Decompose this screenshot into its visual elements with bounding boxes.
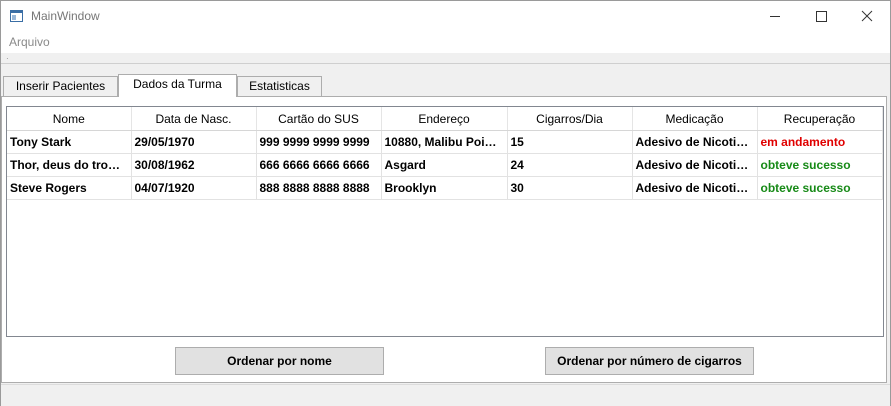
cell-endereco[interactable]: Brooklyn	[381, 176, 508, 200]
toolbar-grip-icon[interactable]: ·	[6, 55, 9, 63]
toolbar-strip: ·	[1, 53, 890, 64]
menu-bar: Arquivo	[1, 31, 890, 53]
window-title: MainWindow	[31, 9, 100, 23]
app-icon	[10, 10, 23, 22]
header-data-nasc[interactable]: Data de Nasc.	[131, 107, 257, 131]
cell-recuperacao[interactable]: em andamento	[757, 130, 883, 154]
header-nome[interactable]: Nome	[7, 107, 132, 131]
cell-cartao-sus[interactable]: 888 8888 8888 8888	[256, 176, 382, 200]
table-row[interactable]: Tony Stark 29/05/1970 999 9999 9999 9999…	[7, 130, 883, 154]
cell-nome[interactable]: Steve Rogers	[7, 176, 132, 200]
minimize-button[interactable]	[752, 1, 798, 31]
header-recuperacao[interactable]: Recuperação	[757, 107, 883, 131]
cell-data-nasc[interactable]: 30/08/1962	[131, 153, 257, 177]
cell-endereco[interactable]: 10880, Malibu Poi…	[381, 130, 508, 154]
menu-arquivo[interactable]: Arquivo	[9, 35, 50, 49]
cell-cartao-sus[interactable]: 666 6666 6666 6666	[256, 153, 382, 177]
header-endereco[interactable]: Endereço	[381, 107, 508, 131]
maximize-button[interactable]	[798, 1, 844, 31]
cell-medicacao[interactable]: Adesivo de Nicoti…	[632, 153, 758, 177]
cell-endereco[interactable]: Asgard	[381, 153, 508, 177]
cell-medicacao[interactable]: Adesivo de Nicoti…	[632, 176, 758, 200]
patients-table[interactable]: Nome Data de Nasc. Cartão do SUS Endereç…	[6, 106, 884, 337]
cell-nome[interactable]: Thor, deus do tro…	[7, 153, 132, 177]
cell-data-nasc[interactable]: 04/07/1920	[131, 176, 257, 200]
cell-data-nasc[interactable]: 29/05/1970	[131, 130, 257, 154]
cell-cartao-sus[interactable]: 999 9999 9999 9999	[256, 130, 382, 154]
tab-inserir-pacientes[interactable]: Inserir Pacientes	[3, 76, 118, 96]
status-bar	[1, 384, 890, 406]
cell-medicacao[interactable]: Adesivo de Nicoti…	[632, 130, 758, 154]
sort-by-name-button[interactable]: Ordenar por nome	[175, 347, 384, 375]
cell-nome[interactable]: Tony Stark	[7, 130, 132, 154]
tab-dados-da-turma[interactable]: Dados da Turma	[118, 74, 237, 97]
table-row[interactable]: Thor, deus do tro… 30/08/1962 666 6666 6…	[7, 153, 883, 177]
header-cartao-sus[interactable]: Cartão do SUS	[256, 107, 382, 131]
tab-estatisticas[interactable]: Estatisticas	[237, 76, 322, 96]
table-row[interactable]: Steve Rogers 04/07/1920 888 8888 8888 88…	[7, 176, 883, 200]
close-icon	[861, 10, 873, 22]
maximize-icon	[816, 11, 827, 22]
tab-pane-dados-da-turma: Nome Data de Nasc. Cartão do SUS Endereç…	[1, 96, 887, 383]
header-medicacao[interactable]: Medicação	[632, 107, 758, 131]
cell-recuperacao[interactable]: obteve sucesso	[757, 176, 883, 200]
main-window: MainWindow Arquivo · Inserir Pacientes D…	[0, 0, 891, 406]
table-header-row: Nome Data de Nasc. Cartão do SUS Endereç…	[7, 107, 883, 131]
title-bar: MainWindow	[1, 1, 890, 31]
sort-by-cigarettes-button[interactable]: Ordenar por número de cigarros	[545, 347, 754, 375]
cell-cigarros-dia[interactable]: 15	[507, 130, 633, 154]
cell-recuperacao[interactable]: obteve sucesso	[757, 153, 883, 177]
minimize-icon	[770, 16, 780, 17]
cell-cigarros-dia[interactable]: 30	[507, 176, 633, 200]
cell-cigarros-dia[interactable]: 24	[507, 153, 633, 177]
header-cigarros-dia[interactable]: Cigarros/Dia	[507, 107, 633, 131]
close-button[interactable]	[844, 1, 890, 31]
